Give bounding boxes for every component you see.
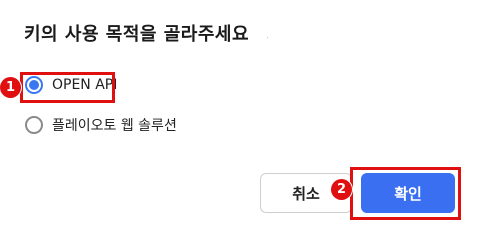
step-badge-1: 1 xyxy=(0,77,21,98)
confirm-button[interactable]: 확인 xyxy=(361,173,455,213)
purpose-select-dialog: 키의 사용 목적을 골라주세요 . OPEN API 플레이오토 웹 솔루션 1… xyxy=(0,0,479,230)
step-badge-2: 2 xyxy=(331,179,352,200)
radio-selected-dot xyxy=(29,80,39,90)
radio-playauto-web[interactable] xyxy=(25,116,43,134)
title-trailing-dot: . xyxy=(266,30,270,41)
option-open-api[interactable]: OPEN API xyxy=(25,76,117,94)
radio-open-api[interactable] xyxy=(25,76,43,94)
option-playauto-web-label: 플레이오토 웹 솔루션 xyxy=(52,118,177,134)
option-playauto-web[interactable]: 플레이오토 웹 솔루션 xyxy=(25,115,177,135)
dialog-title: 키의 사용 목적을 골라주세요 xyxy=(24,24,250,45)
option-open-api-label: OPEN API xyxy=(52,77,118,93)
